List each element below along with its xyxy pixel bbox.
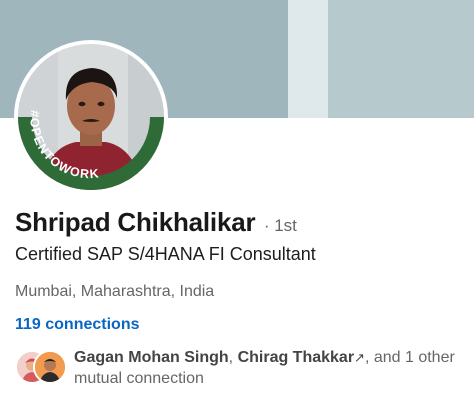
mutual-separator: , xyxy=(228,349,238,366)
banner-panel xyxy=(328,0,474,118)
profile-headline: Certified SAP S/4HANA FI Consultant xyxy=(15,244,316,264)
profile-photo[interactable]: #OPENTOWORK xyxy=(14,40,168,194)
connections-link[interactable]: 119 connections xyxy=(15,316,140,334)
external-link-icon: ↗ xyxy=(354,350,365,365)
banner-band xyxy=(288,0,328,118)
open-to-work-badge-text: #OPENTOWORK xyxy=(27,110,100,182)
person-icon xyxy=(35,352,65,382)
profile-name: Shripad Chikhalikar xyxy=(15,207,256,237)
profile-location: Mumbai, Maharashtra, India xyxy=(15,283,215,300)
mutual-avatar-2 xyxy=(33,350,67,384)
name-row: Shripad Chikhalikar · 1st xyxy=(15,207,297,238)
avatar: #OPENTOWORK xyxy=(18,44,164,190)
mutual-name-1[interactable]: Gagan Mohan Singh xyxy=(74,349,229,366)
mutual-connection-avatars[interactable] xyxy=(15,350,67,384)
svg-text:#OPENTOWORK: #OPENTOWORK xyxy=(27,110,100,182)
mutual-connections-text[interactable]: Gagan Mohan Singh, Chirag Thakkar↗, and … xyxy=(74,347,464,389)
mutual-name-2[interactable]: Chirag Thakkar xyxy=(238,349,354,366)
open-to-work-label: #OPENTOWORK xyxy=(27,110,99,182)
connection-degree: · 1st xyxy=(263,216,297,235)
